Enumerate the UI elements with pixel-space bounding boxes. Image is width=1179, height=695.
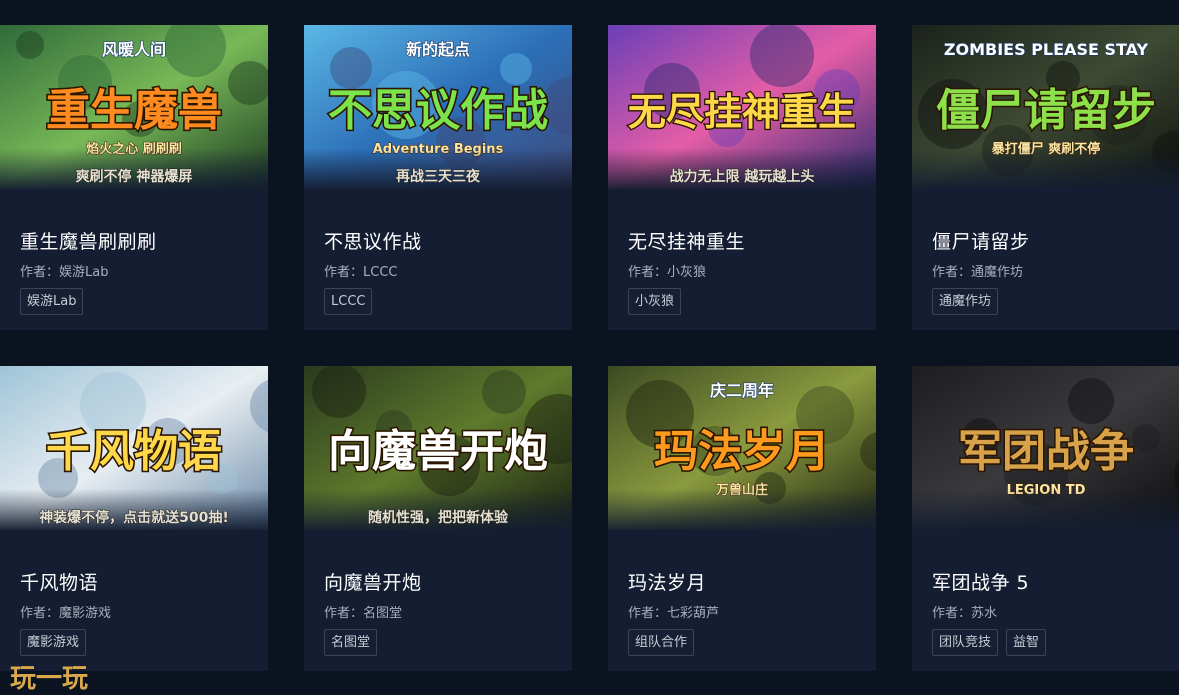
game-card[interactable]: 新的起点不思议作战Adventure Begins再战三天三夜不思议作战作者：L… [304,25,572,330]
game-title[interactable]: 军团战争 5 [932,568,1029,595]
game-tag[interactable]: 益智 [1006,629,1047,656]
tag-list: 名图堂 [324,629,378,656]
tag-list: 团队竞技 益智 [932,629,1047,656]
game-card[interactable]: 千风物语神装爆不停，点击就送500抽! 千风物语作者：魔影游戏魔影游戏 [0,366,268,671]
game-author: 作者：苏水 [932,606,998,621]
cover-slogan-text: 神装爆不停，点击就送500抽! [39,509,229,526]
game-author: 作者：七彩葫芦 [628,606,720,621]
game-title[interactable]: 千风物语 [20,568,98,595]
game-title[interactable]: 重生魔兽刷刷刷 [20,227,157,254]
tag-list: 通魔作坊 [932,288,999,315]
game-cover-image[interactable]: 千风物语神装爆不停，点击就送500抽! [0,366,268,530]
game-title[interactable]: 不思议作战 [324,227,422,254]
game-author: 作者：魔影游戏 [20,606,112,621]
cover-slogan-text: 爽刷不停 神器爆屏 [76,168,193,185]
game-cover-image[interactable]: 风暖人间重生魔兽焰火之心 刷刷刷爽刷不停 神器爆屏 [0,25,268,189]
game-author: 作者：小灰狼 [628,265,707,280]
game-title[interactable]: 玛法岁月 [628,568,706,595]
game-title[interactable]: 无尽挂神重生 [628,227,745,254]
game-card[interactable]: ZOMBIES PLEASE STAY僵尸请留步暴打僵尸 爽刷不停僵尸请留步作者… [912,25,1179,330]
game-card[interactable]: 军团战争LEGION TD 军团战争 5 作者：苏水团队竞技益智 [912,366,1179,671]
game-author: 作者：通魔作坊 [932,265,1024,280]
game-tag[interactable]: 小灰狼 [628,288,682,315]
cover-slogan-text: 再战三天三夜 [396,168,481,185]
tag-list: 小灰狼 [628,288,682,315]
cover-slogan-text: 战力无上限 越玩越上头 [670,168,815,185]
game-tag[interactable]: 通魔作坊 [932,288,999,315]
game-author: 作者：名图堂 [324,606,403,621]
game-tag[interactable]: 名图堂 [324,629,378,656]
game-tag[interactable]: 娱游Lab [20,288,84,315]
game-tag[interactable]: 组队合作 [628,629,695,656]
game-title[interactable]: 向魔兽开炮 [324,568,422,595]
site-logo-watermark: 玩一玩 [10,664,88,693]
game-card[interactable]: 庆二周年玛法岁月万兽山庄玛法岁月作者：七彩葫芦组队合作 [608,366,876,671]
game-grid: 风暖人间重生魔兽焰火之心 刷刷刷爽刷不停 神器爆屏重生魔兽刷刷刷作者：娱游Lab… [0,0,1179,695]
tag-list: 组队合作 [628,629,695,656]
cover-slogan-text: 随机性强，把把新体验 [368,509,509,526]
game-cover-image[interactable]: 无尽挂神重生战力无上限 越玩越上头 [608,25,876,189]
game-cover-image[interactable]: 向魔兽开炮随机性强，把把新体验 [304,366,572,530]
game-cover-image[interactable]: 新的起点不思议作战Adventure Begins再战三天三夜 [304,25,572,189]
tag-list: 娱游Lab [20,288,84,315]
game-author: 作者：LCCC [324,265,398,280]
game-cover-image[interactable]: 军团战争LEGION TD [912,366,1179,530]
game-card[interactable]: 向魔兽开炮随机性强，把把新体验向魔兽开炮作者：名图堂名图堂 [304,366,572,671]
game-card[interactable]: 风暖人间重生魔兽焰火之心 刷刷刷爽刷不停 神器爆屏重生魔兽刷刷刷作者：娱游Lab… [0,25,268,330]
game-tag[interactable]: 魔影游戏 [20,629,87,656]
game-card[interactable]: 无尽挂神重生战力无上限 越玩越上头无尽挂神重生作者：小灰狼小灰狼 [608,25,876,330]
svg-text:玩一玩: 玩一玩 [10,664,88,693]
tag-list: 魔影游戏 [20,629,87,656]
game-tag[interactable]: LCCC [324,288,373,315]
game-cover-image[interactable]: 庆二周年玛法岁月万兽山庄 [608,366,876,530]
tag-list: LCCC [324,288,373,315]
game-cover-image[interactable]: ZOMBIES PLEASE STAY僵尸请留步暴打僵尸 爽刷不停 [912,25,1179,189]
game-tag[interactable]: 团队竞技 [932,629,999,656]
game-author: 作者：娱游Lab [20,265,109,280]
game-title[interactable]: 僵尸请留步 [932,227,1030,254]
